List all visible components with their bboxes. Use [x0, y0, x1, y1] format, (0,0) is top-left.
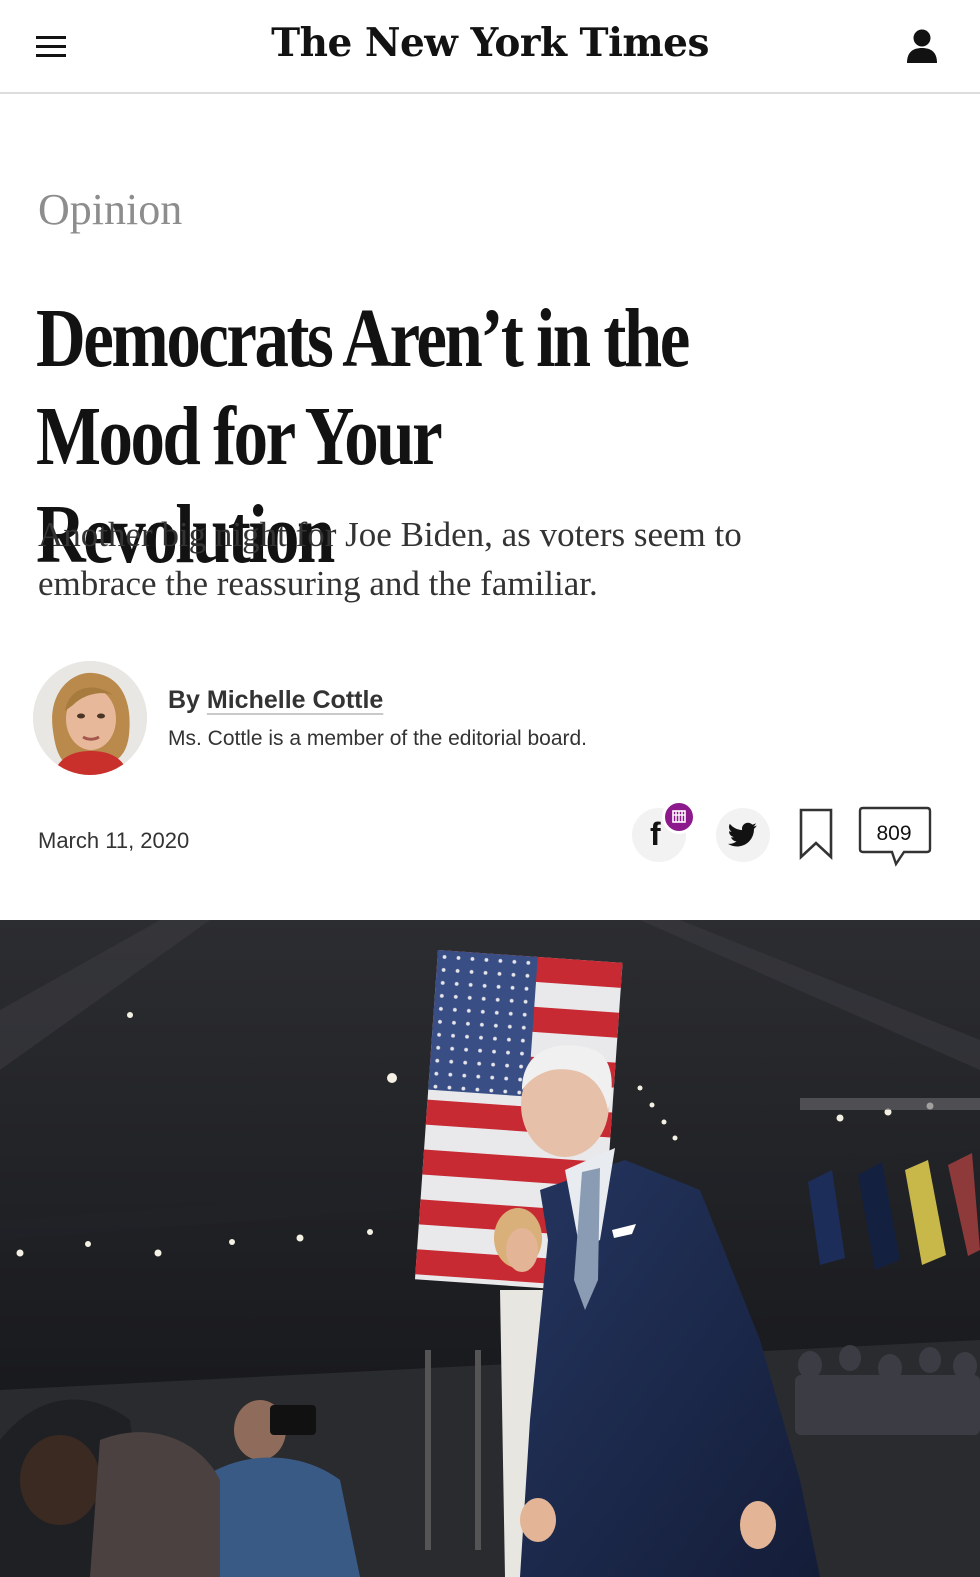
publish-date: March 11, 2020 — [38, 828, 190, 853]
section-label[interactable]: Opinion — [38, 184, 182, 235]
comment-count[interactable]: 809 — [858, 822, 930, 846]
author-bio: Ms. Cottle is a member of the editorial … — [168, 727, 588, 750]
hamburger-menu-icon[interactable] — [36, 36, 66, 58]
hero-photo — [0, 920, 980, 1577]
facebook-icon: f — [650, 816, 661, 852]
twitter-icon — [727, 822, 757, 847]
byline-prefix: By — [168, 686, 207, 714]
user-account-icon[interactable] — [905, 28, 939, 64]
top-navigation-bar: The New York Times — [0, 0, 980, 94]
nyt-logo[interactable]: The New York Times — [240, 20, 740, 66]
byline: By Michelle Cottle — [168, 686, 383, 715]
author-avatar — [33, 661, 147, 775]
gift-icon[interactable] — [662, 800, 696, 834]
article-summary: Another big night for Joe Biden, as vote… — [38, 515, 742, 603]
bookmark-icon[interactable] — [798, 808, 834, 860]
author-name-link[interactable]: Michelle Cottle — [207, 686, 383, 714]
twitter-share-button[interactable] — [716, 808, 770, 862]
